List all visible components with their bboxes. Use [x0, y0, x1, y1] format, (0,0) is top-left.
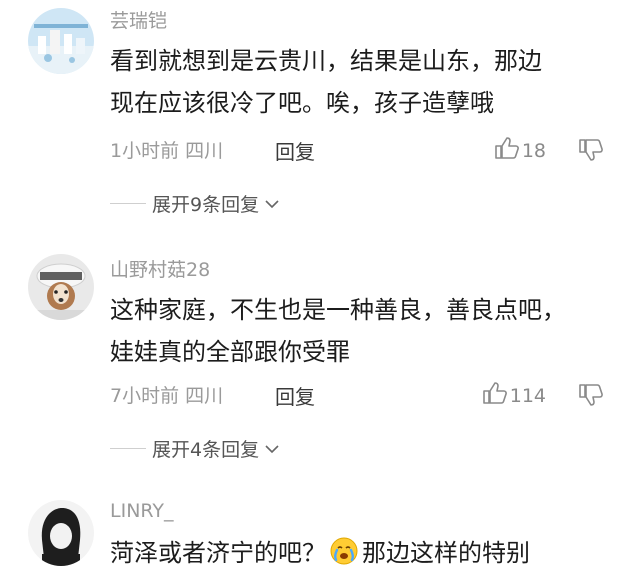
- comment-line: 看到就想到是云贵川，结果是山东，那边: [110, 47, 542, 75]
- comment-line: 娃娃真的全部跟你受罪: [110, 338, 350, 366]
- like-button[interactable]: 114: [482, 381, 546, 410]
- dislike-button[interactable]: [578, 138, 604, 167]
- like-count: 18: [521, 139, 546, 162]
- comment-text-segment: 那边这样的特别: [362, 539, 530, 567]
- comment-line: 这种家庭，不生也是一种善良，善良点吧，: [110, 296, 566, 324]
- expand-replies-button[interactable]: 展开9条回复: [110, 191, 279, 216]
- comment-meta: 1小时前 四川 回复 18: [110, 136, 604, 164]
- avatar[interactable]: [28, 254, 94, 320]
- username[interactable]: LINRY_: [110, 500, 174, 522]
- expand-replies-button[interactable]: 展开4条回复: [110, 436, 279, 461]
- avatar[interactable]: [28, 8, 94, 74]
- like-button[interactable]: 18: [494, 136, 546, 165]
- username[interactable]: 芸瑞铠: [110, 6, 167, 33]
- comment-text: 这种家庭，不生也是一种善良，善良点吧， 娃娃真的全部跟你受罪: [110, 289, 610, 373]
- dislike-button[interactable]: [578, 383, 604, 412]
- divider: [110, 447, 146, 449]
- thumbs-down-icon: [578, 139, 604, 167]
- avatar[interactable]: [28, 500, 94, 566]
- chevron-down-icon: [265, 439, 279, 458]
- chevron-down-icon: [265, 194, 279, 213]
- comment-line: 菏泽或者济宁的吧？ 那边这样的特别: [110, 532, 610, 574]
- thumbs-up-icon: [494, 136, 520, 165]
- thumbs-down-icon: [578, 384, 604, 412]
- expand-replies-label: 展开4条回复: [152, 438, 260, 461]
- reply-button[interactable]: 回复: [275, 136, 315, 165]
- time-location: 1小时前 四川: [110, 140, 224, 162]
- reply-button[interactable]: 回复: [275, 381, 315, 410]
- comment-text: 看到就想到是云贵川，结果是山东，那边 现在应该很冷了吧。唉，孩子造孽哦: [110, 40, 610, 124]
- crying-face-emoji-icon: [330, 536, 358, 565]
- comment-meta: 7小时前 四川 回复 114: [110, 381, 604, 409]
- expand-replies-label: 展开9条回复: [152, 193, 260, 216]
- time-location: 7小时前 四川: [110, 385, 224, 407]
- username[interactable]: 山野村菇28: [110, 255, 210, 282]
- like-count: 114: [509, 384, 546, 407]
- comment-line: 现在应该很冷了吧。唉，孩子造孽哦: [110, 89, 494, 117]
- comment-text: 菏泽或者济宁的吧？ 那边这样的特别: [110, 532, 610, 574]
- thumbs-up-icon: [482, 381, 508, 410]
- comment-text-segment: 菏泽或者济宁的吧？: [110, 539, 326, 567]
- divider: [110, 202, 146, 204]
